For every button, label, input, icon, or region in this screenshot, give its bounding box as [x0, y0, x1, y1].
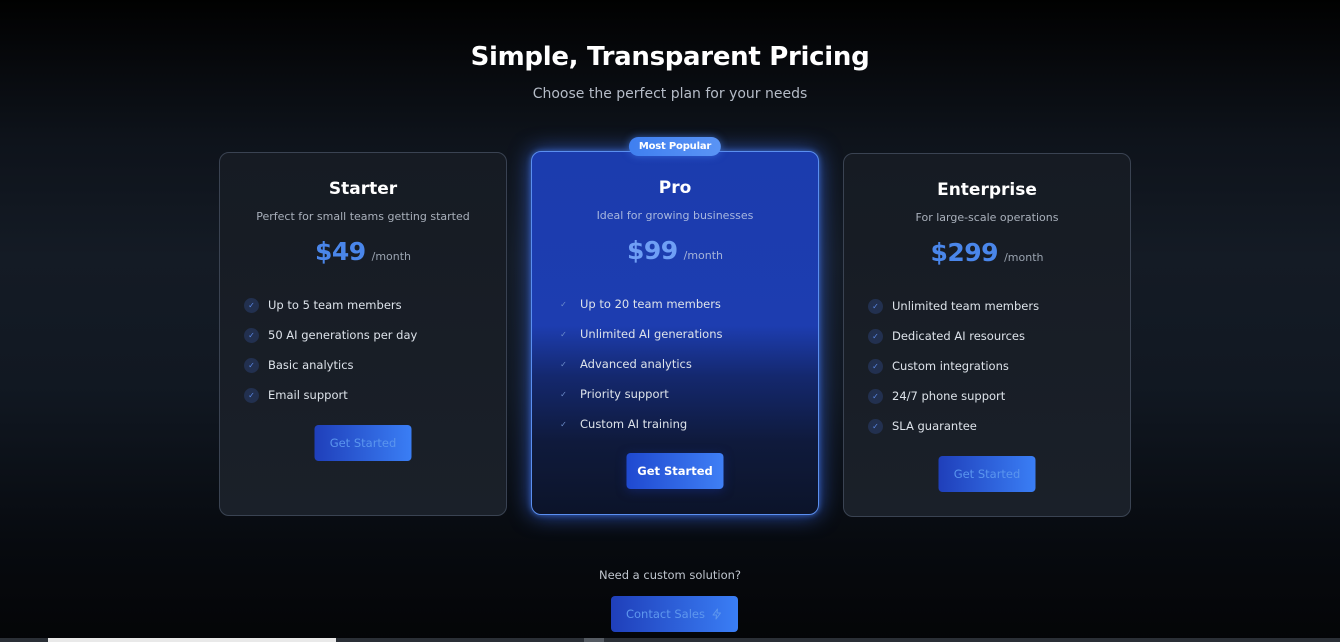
feature-list: ✓ Unlimited team members ✓ Dedicated AI re… [868, 291, 1130, 441]
plan-price: $49 [314, 237, 366, 266]
lightning-icon [712, 608, 721, 620]
get-started-button-starter[interactable]: Get Started [314, 425, 412, 461]
feature-label: SLA guarantee [892, 419, 977, 433]
feature-item: ✓ 24/7 phone support [868, 381, 1130, 411]
scrollbar-segment [48, 638, 336, 642]
plan-card-enterprise: Enterprise For large-scale operations $2… [843, 153, 1131, 517]
check-icon: ✓ [244, 357, 259, 373]
feature-label: Unlimited team members [892, 299, 1040, 313]
contact-sales-button[interactable]: Contact Sales [611, 596, 738, 632]
feature-label: Dedicated AI resources [892, 329, 1025, 343]
plan-card-pro: Most Popular Pro Ideal for growing busin… [531, 137, 819, 515]
bottom-scrollbar [0, 638, 1340, 642]
check-icon: ✓ [560, 329, 567, 339]
check-icon: ✓ [868, 298, 883, 314]
plan-name: Pro [658, 178, 692, 198]
price-row: $99 /month [532, 236, 818, 265]
plan-name: Starter [328, 179, 398, 199]
plan-period: /month [371, 250, 412, 263]
feature-label: Unlimited AI generations [580, 327, 723, 341]
price-row: $49 /month [220, 237, 506, 266]
page-subtitle: Choose the perfect plan for your needs [532, 86, 808, 102]
feature-list: ✓ Up to 5 team members ✓ 50 AI generations… [244, 290, 506, 410]
check-icon: ✓ [560, 359, 567, 369]
get-started-button-enterprise[interactable]: Get Started [938, 456, 1036, 492]
feature-item: ✓ Up to 20 team members [556, 289, 818, 319]
check-icon: ✓ [244, 387, 259, 403]
plan-card-starter: Starter Perfect for small teams getting … [219, 152, 507, 516]
get-started-button-pro[interactable]: Get Started [626, 453, 724, 489]
feature-item: ✓ Unlimited team members [868, 291, 1130, 321]
feature-label: 50 AI generations per day [268, 328, 418, 342]
feature-label: Custom integrations [892, 359, 1009, 373]
plan-description: Perfect for small teams getting started [256, 210, 470, 223]
feature-label: Basic analytics [268, 358, 354, 372]
feature-item: ✓ Basic analytics [244, 350, 506, 380]
feature-label: Advanced analytics [580, 357, 692, 371]
check-icon: ✓ [868, 358, 883, 374]
feature-item: ✓ Email support [244, 380, 506, 410]
feature-item: ✓ 50 AI generations per day [244, 320, 506, 350]
feature-label: Email support [268, 388, 348, 402]
feature-label: Priority support [580, 387, 669, 401]
contact-sales-label: Contact Sales [625, 607, 705, 621]
feature-item: ✓ Unlimited AI generations [556, 319, 818, 349]
check-icon: ✓ [560, 389, 567, 399]
check-icon: ✓ [244, 327, 259, 343]
feature-item: ✓ Advanced analytics [556, 349, 818, 379]
plan-period: /month [1004, 251, 1044, 264]
feature-item: ✓ Custom AI training [556, 409, 818, 439]
custom-solution-text: Need a custom solution? [598, 568, 742, 582]
check-icon: ✓ [868, 328, 883, 344]
feature-label: Custom AI training [580, 417, 688, 431]
plan-description: For large-scale operations [915, 211, 1059, 224]
check-icon: ✓ [560, 299, 567, 309]
feature-item: ✓ Dedicated AI resources [868, 321, 1130, 351]
check-icon: ✓ [244, 297, 259, 313]
scrollbar-segment [584, 638, 604, 642]
check-icon: ✓ [868, 418, 883, 434]
check-icon: ✓ [868, 388, 883, 404]
plan-price: $299 [930, 238, 999, 267]
plan-price: $99 [626, 236, 678, 265]
feature-label: Up to 20 team members [580, 297, 721, 311]
feature-label: Up to 5 team members [268, 298, 402, 312]
plan-period: /month [683, 249, 724, 262]
pricing-header: Simple, Transparent Pricing Choose the p… [0, 42, 1340, 102]
feature-item: ✓ SLA guarantee [868, 411, 1130, 441]
feature-list: ✓ Up to 20 team members ✓ Unlimited AI gen… [556, 289, 818, 439]
check-icon: ✓ [560, 419, 567, 429]
price-row: $299 /month [844, 238, 1130, 267]
feature-item: ✓ Priority support [556, 379, 818, 409]
page-title: Simple, Transparent Pricing [470, 42, 870, 72]
feature-item: ✓ Up to 5 team members [244, 290, 506, 320]
custom-solution-section: Need a custom solution? [0, 568, 1340, 582]
plan-description: Ideal for growing businesses [596, 209, 754, 222]
most-popular-badge: Most Popular [628, 137, 722, 156]
feature-label: 24/7 phone support [892, 389, 1006, 403]
plan-name: Enterprise [937, 180, 1037, 200]
feature-item: ✓ Custom integrations [868, 351, 1130, 381]
